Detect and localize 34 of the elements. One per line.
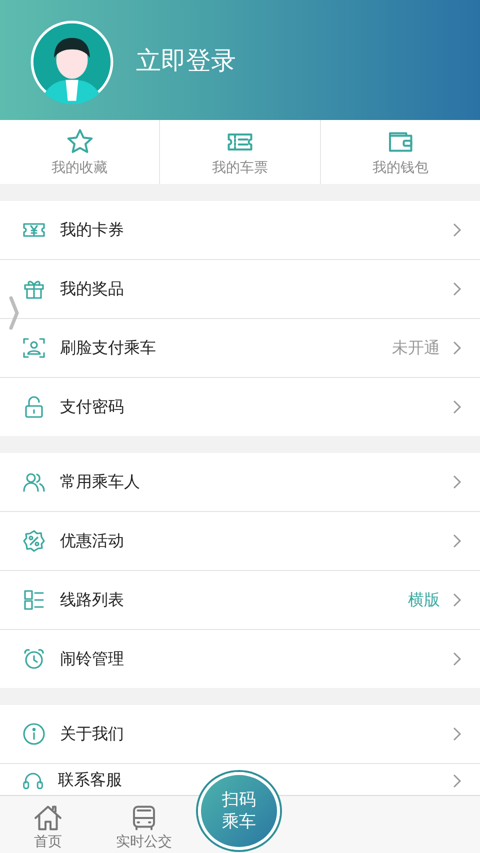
chevron-right-icon	[452, 474, 462, 490]
status-text: 未开通	[392, 338, 440, 358]
chevron-right-icon	[452, 399, 462, 415]
chevron-right-icon	[452, 281, 462, 297]
face-scan-icon	[22, 336, 46, 360]
menu-item[interactable]: 优惠活动	[0, 511, 480, 570]
avatar-icon[interactable]	[30, 20, 114, 104]
scan-ride-button[interactable]: 扫码乘车	[198, 772, 280, 850]
menu-item[interactable]: 刷脸支付乘车 未开通	[0, 318, 480, 377]
menu-item[interactable]: 关于我们	[0, 705, 480, 763]
menu-item[interactable]: 支付密码	[0, 377, 480, 436]
menu-item[interactable]: 线路列表 横版	[0, 570, 480, 629]
alarm-clock-icon	[22, 647, 46, 671]
chevron-right-icon	[452, 772, 462, 788]
chevron-right-icon	[452, 340, 462, 356]
discount-badge-icon	[22, 529, 46, 553]
people-icon	[22, 470, 46, 494]
status-text: 横版	[408, 590, 440, 610]
menu-item[interactable]: 我的奖品	[0, 259, 480, 318]
tab-item[interactable]: 首页	[0, 796, 96, 853]
chevron-right-icon	[452, 726, 462, 742]
menu-item[interactable]: 闹铃管理	[0, 629, 480, 688]
menu-item[interactable]: 我的卡券	[0, 201, 480, 259]
side-handle-icon[interactable]	[8, 296, 20, 330]
home-icon	[33, 803, 63, 833]
list-icon	[22, 588, 46, 612]
chevron-right-icon	[452, 592, 462, 608]
info-icon	[22, 722, 46, 746]
chevron-right-icon	[452, 533, 462, 549]
menu-item[interactable]: 常用乘车人	[0, 453, 480, 511]
tab-item[interactable]: 实时公交	[96, 796, 192, 853]
chevron-right-icon	[452, 222, 462, 238]
lock-icon	[22, 395, 46, 419]
chevron-right-icon	[452, 651, 462, 667]
